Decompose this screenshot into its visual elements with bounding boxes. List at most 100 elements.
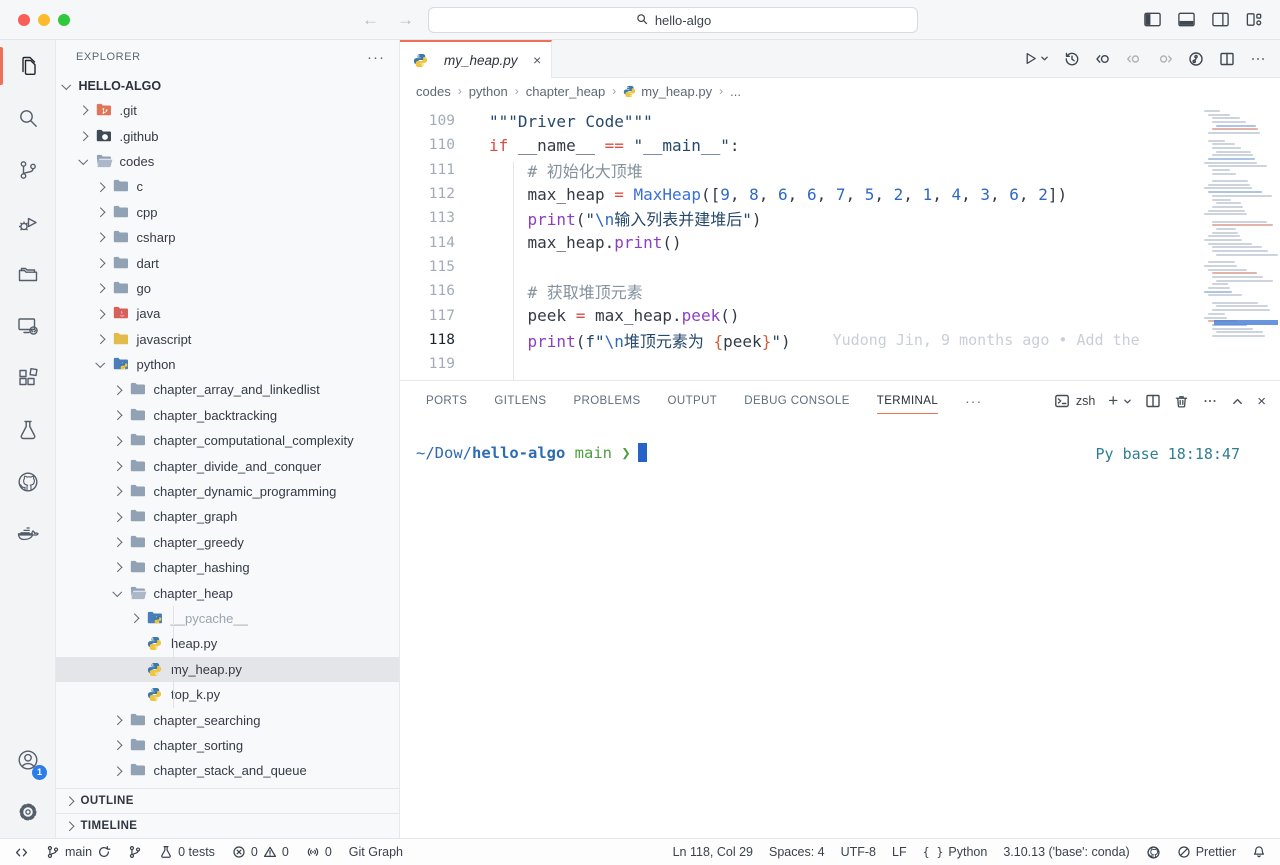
- status-git-graph-branch[interactable]: [128, 845, 142, 859]
- tree-item--github[interactable]: .github: [56, 123, 399, 148]
- explorer-more-actions-button[interactable]: ···: [367, 49, 385, 66]
- history-back-button[interactable]: ←: [362, 10, 379, 30]
- code-line-113[interactable]: 113 print("\n输入列表并建堆后"): [400, 206, 1192, 230]
- status-remote-indicator[interactable]: [14, 845, 29, 860]
- section-outline[interactable]: OUTLINE: [56, 788, 399, 813]
- customize-layout-button[interactable]: [1245, 10, 1264, 29]
- tree-root-hello-algo[interactable]: HELLO-ALGO: [56, 74, 399, 98]
- panel-tab-gitlens[interactable]: GITLENS: [494, 381, 546, 421]
- next-change-button[interactable]: [1157, 51, 1173, 67]
- status-cursor-position[interactable]: Ln 118, Col 29: [673, 845, 753, 859]
- tree-item-chapter-heap[interactable]: chapter_heap: [56, 580, 399, 605]
- tree-item-chapter-stack-and-queue[interactable]: chapter_stack_and_queue: [56, 758, 399, 783]
- split-editor-button[interactable]: [1219, 51, 1235, 67]
- toggle-panel-button[interactable]: [1177, 10, 1196, 29]
- code-line-111[interactable]: 111 # 初始化大顶堆: [400, 158, 1192, 182]
- status-indentation[interactable]: Spaces: 4: [769, 845, 825, 859]
- status-language-mode[interactable]: { }Python: [923, 845, 988, 859]
- tree-item-csharp[interactable]: csharp: [56, 225, 399, 250]
- tab-my-heap-py[interactable]: my_heap.py ×: [400, 40, 552, 78]
- tree-item--pycache-[interactable]: __pycache__: [56, 606, 399, 631]
- code-line-115[interactable]: 115: [400, 255, 1192, 279]
- tree-item-c[interactable]: c: [56, 174, 399, 199]
- breadcrumb-item--[interactable]: ...: [730, 84, 741, 99]
- tree-item-chapter-dynamic-programming[interactable]: chapter_dynamic_programming: [56, 479, 399, 504]
- breadcrumb-item-codes[interactable]: codes: [416, 84, 451, 99]
- tree-item-chapter-hashing[interactable]: chapter_hashing: [56, 555, 399, 580]
- panel-tabs-more-button[interactable]: ···: [965, 393, 982, 409]
- code-line-114[interactable]: 114 max_heap.print(): [400, 230, 1192, 254]
- tab-close-icon[interactable]: ×: [533, 52, 541, 68]
- panel-tab-problems[interactable]: PROBLEMS: [573, 381, 640, 421]
- activity-testing[interactable]: [0, 404, 55, 456]
- run-python-file-button[interactable]: [1023, 51, 1049, 66]
- tree-item--git[interactable]: .git: [56, 98, 399, 123]
- tree-item-chapter-searching[interactable]: chapter_searching: [56, 707, 399, 732]
- code-line-110[interactable]: 110if __name__ == "__main__":: [400, 133, 1192, 157]
- status-problems-status[interactable]: 00: [232, 845, 289, 859]
- toggle-sidebar-button[interactable]: [1143, 10, 1162, 29]
- tree-item-cpp[interactable]: cpp: [56, 200, 399, 225]
- minimap[interactable]: [1194, 104, 1280, 380]
- section-timeline[interactable]: TIMELINE: [56, 813, 399, 838]
- tree-item-chapter-backtracking[interactable]: chapter_backtracking: [56, 403, 399, 428]
- split-terminal-button[interactable]: [1145, 393, 1161, 409]
- close-window-button[interactable]: [18, 14, 30, 26]
- tree-item-javascript[interactable]: javascript: [56, 327, 399, 352]
- code-line-117[interactable]: 117 peek = max_heap.peek(): [400, 303, 1192, 327]
- tree-item-codes[interactable]: codes: [56, 149, 399, 174]
- code-line-116[interactable]: 116 # 获取堆顶元素: [400, 279, 1192, 303]
- minimize-window-button[interactable]: [38, 14, 50, 26]
- activity-settings[interactable]: [0, 786, 55, 838]
- tree-item-go[interactable]: go: [56, 276, 399, 301]
- status-encoding[interactable]: UTF-8: [841, 845, 876, 859]
- activity-accounts[interactable]: 1: [0, 734, 55, 786]
- code-line-118[interactable]: 118 print(f"\n堆顶元素为 {peek}")Yudong Jin, …: [400, 328, 1192, 352]
- kill-terminal-button[interactable]: [1174, 394, 1189, 409]
- activity-source-control[interactable]: [0, 144, 55, 196]
- gitlens-graph-button[interactable]: [1188, 51, 1204, 67]
- tree-item-chapter-sorting[interactable]: chapter_sorting: [56, 733, 399, 758]
- activity-folders[interactable]: [0, 248, 55, 300]
- command-center-search[interactable]: hello-algo: [428, 7, 918, 33]
- status-git-graph-label[interactable]: Git Graph: [349, 845, 403, 859]
- open-changes-button[interactable]: [1095, 51, 1111, 67]
- close-panel-button[interactable]: ×: [1257, 393, 1266, 410]
- file-history-button[interactable]: [1064, 51, 1080, 67]
- activity-search[interactable]: [0, 92, 55, 144]
- code-line-112[interactable]: 112 max_heap = MaxHeap([9, 8, 6, 6, 7, 5…: [400, 182, 1192, 206]
- tree-item-top-k-py[interactable]: top_k.py: [56, 682, 399, 707]
- activity-remote-explorer[interactable]: [0, 300, 55, 352]
- tree-item-chapter-computational-complexity[interactable]: chapter_computational_complexity: [56, 428, 399, 453]
- new-terminal-button[interactable]: +: [1108, 391, 1118, 411]
- editor-more-actions-button[interactable]: [1250, 51, 1266, 67]
- terminal-launch-dropdown[interactable]: [1123, 397, 1132, 406]
- terminal-shell-icon[interactable]: [1054, 393, 1070, 409]
- toggle-secondary-sidebar-button[interactable]: [1211, 10, 1230, 29]
- zoom-window-button[interactable]: [58, 14, 70, 26]
- tree-item-heap-py[interactable]: heap.py: [56, 631, 399, 656]
- breadcrumb-item-chapter-heap[interactable]: chapter_heap: [526, 84, 606, 99]
- breadcrumb-item-my-heap-py[interactable]: my_heap.py: [623, 84, 712, 99]
- terminal[interactable]: ~/Dow/hello-algo main ❯ Py base 18:18:47: [400, 421, 1280, 838]
- activity-docker[interactable]: [0, 508, 55, 560]
- tree-item-chapter-greedy[interactable]: chapter_greedy: [56, 530, 399, 555]
- tree-item-my-heap-py[interactable]: my_heap.py: [56, 657, 399, 682]
- status-notifications[interactable]: [1252, 845, 1266, 859]
- history-forward-button[interactable]: →: [397, 10, 414, 30]
- status-eol[interactable]: LF: [892, 845, 907, 859]
- tree-item-java[interactable]: java: [56, 301, 399, 326]
- breadcrumb-item-python[interactable]: python: [469, 84, 508, 99]
- status-github-status[interactable]: [1146, 845, 1161, 860]
- activity-extensions[interactable]: [0, 352, 55, 404]
- status-tests-status[interactable]: 0 tests: [159, 845, 215, 859]
- tree-item-chapter-divide-and-conquer[interactable]: chapter_divide_and_conquer: [56, 453, 399, 478]
- panel-tab-output[interactable]: OUTPUT: [668, 381, 718, 421]
- tree-item-python[interactable]: python: [56, 352, 399, 377]
- panel-tab-terminal[interactable]: TERMINAL: [877, 381, 938, 421]
- code-line-119[interactable]: 119: [400, 352, 1192, 376]
- code-editor[interactable]: 109"""Driver Code"""110if __name__ == "_…: [400, 104, 1280, 380]
- shell-label[interactable]: zsh: [1076, 394, 1095, 408]
- activity-explorer[interactable]: [0, 40, 55, 92]
- tree-item-chapter-array-and-linkedlist[interactable]: chapter_array_and_linkedlist: [56, 377, 399, 402]
